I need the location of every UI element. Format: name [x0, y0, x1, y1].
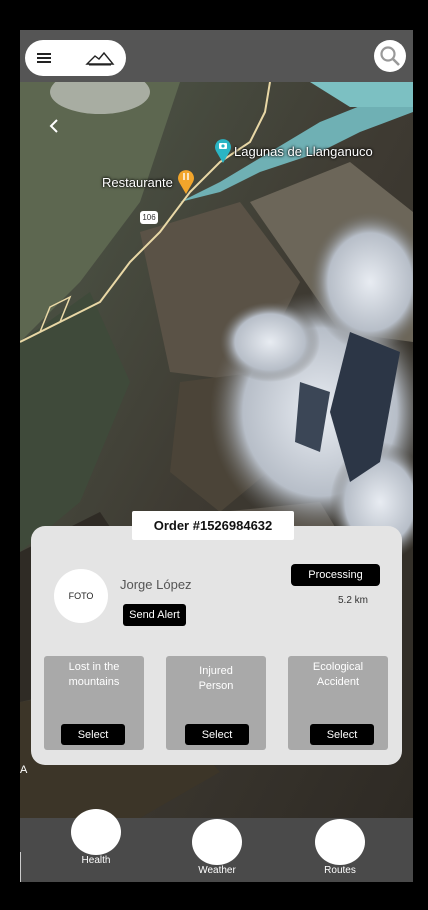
lake-label: Lagunas de Llanganuco: [234, 144, 373, 159]
select-button[interactable]: Select: [310, 724, 374, 745]
order-number-tab: Order #1526984632: [132, 511, 294, 540]
food-pin-icon[interactable]: [177, 168, 195, 194]
incident-option-label: Injured Person: [198, 665, 234, 692]
search-icon: [380, 46, 400, 66]
top-bar: [20, 30, 413, 82]
mountain-logo-icon: [85, 48, 115, 68]
map-edge-text: A: [20, 764, 28, 776]
camera-pin-icon[interactable]: [214, 137, 232, 163]
order-card: FOTO Jorge López Send Alert Processing 5…: [31, 526, 402, 765]
incident-option-ecological: Ecological Accident Select: [288, 656, 388, 750]
person-name: Jorge López: [120, 577, 192, 592]
edge-divider: [20, 852, 21, 882]
restaurant-label: Restaurante: [102, 175, 173, 190]
status-badge: Processing: [291, 564, 380, 586]
incident-option-injured: Injured Person Select: [166, 656, 266, 750]
bottom-nav: Health Weather Routes: [20, 809, 413, 882]
select-button[interactable]: Select: [61, 724, 125, 745]
routes-nav-button[interactable]: [315, 819, 365, 865]
health-nav-button[interactable]: [71, 809, 121, 855]
select-button[interactable]: Select: [185, 724, 249, 745]
routes-nav-label[interactable]: Routes: [300, 865, 380, 876]
incident-option-lost: Lost in the mountains Select: [44, 656, 144, 750]
menu-pill[interactable]: [25, 40, 126, 76]
incident-option-label: Ecological Accident: [312, 661, 364, 688]
health-nav-label[interactable]: Health: [56, 855, 136, 866]
hamburger-menu-icon[interactable]: [37, 53, 51, 63]
incident-option-label: Lost in the mountains: [68, 661, 120, 688]
road-number-badge: 106: [140, 211, 158, 224]
back-arrow-icon[interactable]: [44, 116, 64, 136]
weather-nav-label[interactable]: Weather: [177, 865, 257, 876]
phone-screen: Lagunas de Llanganuco Restaurante 106 A: [20, 30, 413, 882]
weather-nav-button[interactable]: [192, 819, 242, 865]
search-button[interactable]: [374, 40, 406, 72]
profile-photo-placeholder: FOTO: [54, 569, 108, 623]
distance-value: 5.2 km: [338, 595, 369, 606]
send-alert-button[interactable]: Send Alert: [123, 604, 186, 626]
